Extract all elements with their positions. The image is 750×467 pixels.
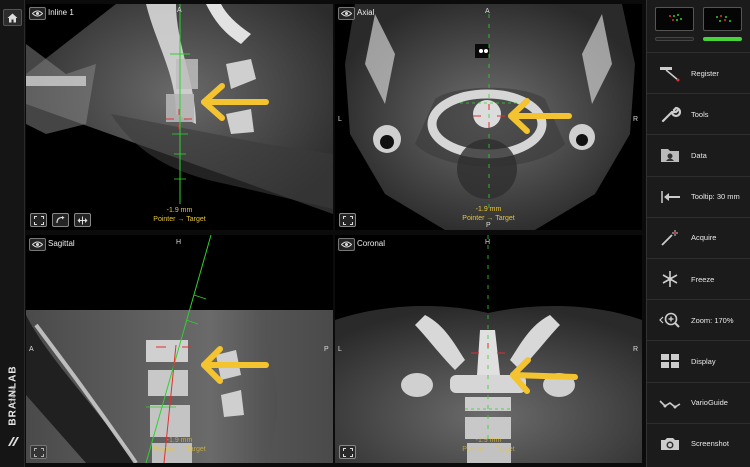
distance-readout: -1.9 mm Pointer → Target xyxy=(462,206,515,222)
eye-icon xyxy=(341,241,352,248)
rotate-button[interactable] xyxy=(52,213,69,227)
visibility-toggle[interactable] xyxy=(338,238,355,251)
viewport-coronal[interactable]: Coronal H L R -1.9 mm Pointer → Target xyxy=(335,235,642,463)
viewport-title: Inline 1 xyxy=(48,8,74,17)
axial-scan-image xyxy=(345,4,635,230)
viewport-title: Coronal xyxy=(357,239,386,248)
fullscreen-button[interactable] xyxy=(30,445,47,459)
menu-freeze[interactable]: Freeze xyxy=(647,257,750,299)
coronal-scan-image xyxy=(335,235,642,463)
viewport-inline[interactable]: Inline 1 A -1.9 mm Pointer → Target xyxy=(26,4,333,230)
orientation-top: H xyxy=(485,239,491,246)
left-toolbar: BRAINLAB Cranial xyxy=(0,0,25,467)
distance-readout: -1.9 mm Pointer → Target xyxy=(153,437,206,453)
orientation-top: A xyxy=(485,8,490,15)
home-button[interactable] xyxy=(3,9,22,26)
distance-readout: -1.9 mm Pointer → Target xyxy=(153,207,206,223)
viewport-title: Sagittal xyxy=(48,239,75,248)
tracking-markers-icon xyxy=(669,14,682,21)
tooltip-icon xyxy=(657,186,683,208)
distance-readout: -1.9 mm Pointer → Target xyxy=(462,437,515,453)
orientation-right: R xyxy=(633,346,639,353)
tracker-status-bar-1 xyxy=(655,37,694,41)
brainlab-logo-icon xyxy=(8,437,19,446)
expand-icon xyxy=(33,215,44,225)
tracker-view-2 xyxy=(703,7,742,31)
function-menu: Register Tools Data Tooltip: 30 mm Acqui… xyxy=(647,52,750,464)
right-menu-panel: Register Tools Data Tooltip: 30 mm Acqui… xyxy=(646,0,750,467)
eye-icon xyxy=(32,10,43,17)
menu-screenshot[interactable]: Screenshot xyxy=(647,422,750,464)
fullscreen-button[interactable] xyxy=(30,213,47,227)
zoom-icon xyxy=(657,309,683,331)
tracker-view-1 xyxy=(655,7,694,31)
menu-tools[interactable]: Tools xyxy=(647,93,750,134)
orientation-right: P xyxy=(324,346,329,353)
snowflake-icon xyxy=(657,268,683,290)
home-icon xyxy=(7,13,18,22)
camera-icon xyxy=(657,433,683,455)
orientation-right: R xyxy=(633,116,639,123)
eye-icon xyxy=(32,241,43,248)
menu-varioguide[interactable]: VarioGuide xyxy=(647,381,750,423)
wrench-icon xyxy=(657,103,683,125)
eye-icon xyxy=(341,10,352,17)
pointer-register-icon xyxy=(657,62,683,84)
viewport-title: Axial xyxy=(357,8,375,17)
flip-horizontal-icon xyxy=(77,216,88,224)
orientation-top: H xyxy=(176,239,182,246)
folder-icon xyxy=(657,144,683,166)
visibility-toggle[interactable] xyxy=(29,7,46,20)
visibility-toggle[interactable] xyxy=(338,7,355,20)
rotate-icon xyxy=(55,215,64,223)
flip-button[interactable] xyxy=(74,213,91,227)
expand-icon xyxy=(342,447,353,457)
menu-display[interactable]: Display xyxy=(647,340,750,381)
orientation-top: A xyxy=(177,7,182,14)
menu-data[interactable]: Data xyxy=(647,134,750,175)
menu-register[interactable]: Register xyxy=(647,52,750,93)
layout-icon xyxy=(657,350,683,372)
brand-subtitle: Cranial xyxy=(11,385,17,405)
orientation-left: L xyxy=(338,116,342,123)
tracker-status-bar-2 xyxy=(703,37,742,41)
orientation-left: L xyxy=(338,346,342,353)
fullscreen-button[interactable] xyxy=(339,445,356,459)
acquire-icon xyxy=(657,227,683,249)
menu-tooltip[interactable]: Tooltip: 30 mm xyxy=(647,175,750,217)
visibility-toggle[interactable] xyxy=(29,238,46,251)
menu-zoom[interactable]: Zoom: 170% xyxy=(647,299,750,340)
brand-logo: BRAINLAB Cranial xyxy=(2,352,24,447)
tracking-markers-icon xyxy=(716,15,731,22)
fullscreen-button[interactable] xyxy=(339,213,356,227)
orientation-bottom: P xyxy=(486,222,491,229)
inline-scan-image xyxy=(26,4,333,230)
sagittal-scan-image xyxy=(26,235,333,463)
menu-acquire[interactable]: Acquire xyxy=(647,216,750,258)
varioguide-icon xyxy=(657,392,683,414)
orientation-left: A xyxy=(29,346,34,353)
viewport-axial[interactable]: Axial A L R -1.9 mm Pointer → Target P xyxy=(335,4,642,230)
viewport-sagittal[interactable]: Sagittal H A P -1.9 mm Pointer → Target xyxy=(26,235,333,463)
expand-icon xyxy=(342,215,353,225)
tracking-status xyxy=(647,0,750,50)
expand-icon xyxy=(33,447,44,457)
